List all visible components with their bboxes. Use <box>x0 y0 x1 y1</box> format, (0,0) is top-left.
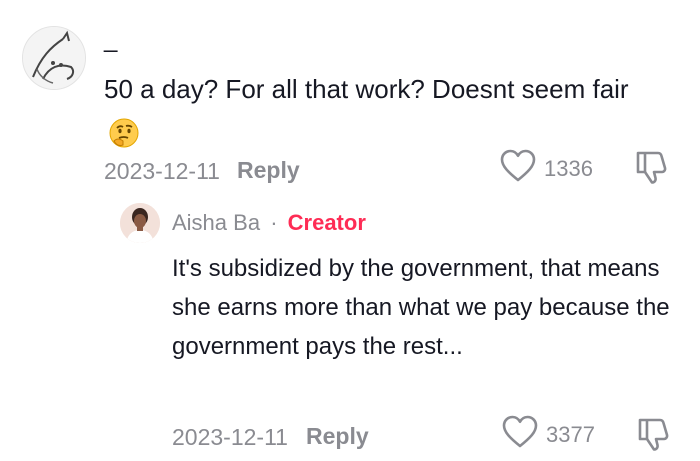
reply-date: 2023-12-11 <box>172 424 288 450</box>
avatar[interactable] <box>22 26 86 90</box>
like-count: 1336 <box>544 156 593 181</box>
separator-dot: · <box>270 210 278 235</box>
creator-avatar[interactable] <box>120 203 160 243</box>
creator-badge: Creator <box>287 210 366 235</box>
reply-text: It's subsidized by the government, that … <box>172 255 670 360</box>
reply-like-count: 3377 <box>546 422 595 447</box>
dislike-icon[interactable] <box>632 149 670 185</box>
reply-author: Aisha Ba · Creator <box>172 210 366 236</box>
thinking-face-emoji-icon <box>108 117 140 149</box>
comment-text: 50 a day? For all that work? Doesnt seem… <box>104 67 664 155</box>
profile-photo-icon <box>120 203 160 243</box>
reply-reply-button[interactable]: Reply <box>306 423 369 450</box>
sketch-avatar-icon <box>23 27 85 89</box>
heart-icon[interactable] <box>502 415 538 449</box>
heart-icon[interactable] <box>500 149 536 183</box>
dislike-icon[interactable] <box>634 416 672 452</box>
comment-date: 2023-12-11 <box>104 158 220 184</box>
comment-username[interactable]: _ <box>104 26 117 54</box>
reply-username[interactable]: Aisha Ba <box>172 210 260 235</box>
comment-body: 50 a day? For all that work? Doesnt seem… <box>104 74 629 104</box>
reply-button[interactable]: Reply <box>237 157 300 184</box>
